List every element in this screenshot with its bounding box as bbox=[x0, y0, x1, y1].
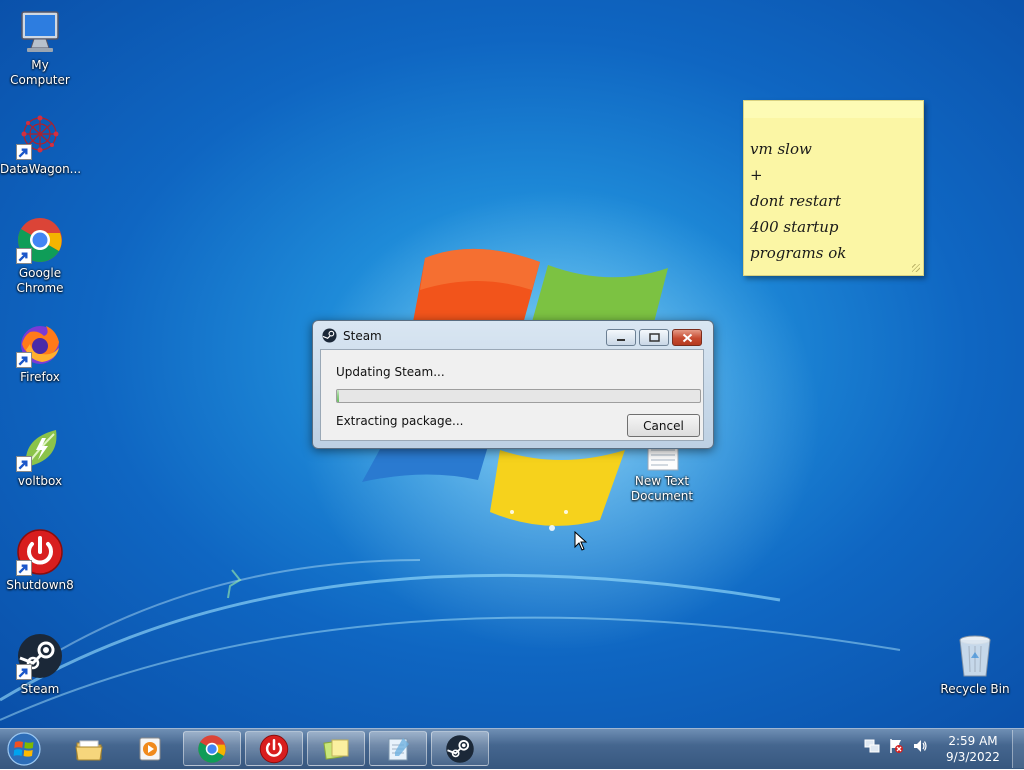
sticky-notes-icon bbox=[323, 739, 349, 760]
desktop-icon-label: New Text Document bbox=[630, 474, 694, 503]
steam-icon bbox=[322, 328, 337, 343]
desktop-icon-recycle-bin[interactable]: Recycle Bin bbox=[935, 632, 1015, 697]
sticky-note-line: 400 startup bbox=[750, 218, 839, 236]
desktop-icon-label: Shutdown8 bbox=[6, 578, 74, 592]
media-player-icon bbox=[139, 737, 161, 760]
desktop-icon-label: Google Chrome bbox=[16, 266, 64, 295]
desktop-icon-firefox[interactable]: Firefox bbox=[0, 320, 80, 385]
power-icon bbox=[16, 528, 64, 576]
shortcut-arrow-icon bbox=[16, 144, 32, 160]
taskbar-chrome[interactable] bbox=[183, 731, 241, 766]
system-tray bbox=[864, 738, 928, 754]
close-icon bbox=[682, 333, 692, 342]
close-button[interactable] bbox=[672, 329, 702, 346]
datawagon-icon bbox=[16, 112, 64, 160]
start-button[interactable] bbox=[4, 731, 44, 767]
desktop-icon-steam[interactable]: Steam bbox=[0, 632, 80, 697]
desktop-icon-label: Steam bbox=[20, 682, 60, 696]
show-desktop-button[interactable] bbox=[1012, 730, 1024, 768]
desktop-icon-datawagon[interactable]: DataWagon... bbox=[0, 112, 82, 177]
sticky-note-line: + bbox=[750, 166, 763, 184]
desktop-icon-google-chrome[interactable]: Google Chrome bbox=[0, 216, 80, 296]
sticky-note-line: programs ok bbox=[750, 244, 847, 262]
desktop-icon-label: Firefox bbox=[20, 370, 60, 384]
shortcut-arrow-icon bbox=[16, 664, 32, 680]
desktop-icon-voltbox[interactable]: voltbox bbox=[0, 424, 80, 489]
taskbar-shutdown8[interactable] bbox=[245, 731, 303, 766]
steam-icon bbox=[16, 632, 64, 680]
chrome-icon bbox=[198, 734, 226, 763]
sticky-note[interactable]: vm slow + dont restart 400 startup progr… bbox=[743, 100, 924, 276]
taskbar-media-player[interactable] bbox=[121, 731, 179, 766]
volume-icon[interactable] bbox=[912, 738, 928, 754]
clock-time: 2:59 AM bbox=[948, 734, 998, 748]
desktop-icon-shutdown8[interactable]: Shutdown8 bbox=[0, 528, 80, 593]
desktop[interactable]: My Computer DataWagon... Google Chrome F… bbox=[0, 0, 1024, 728]
power-icon bbox=[259, 734, 289, 763]
notepad-icon bbox=[388, 737, 409, 760]
sticky-note-line: dont restart bbox=[750, 192, 842, 210]
taskbar: 2:59 AM 9/3/2022 bbox=[0, 728, 1024, 769]
desktop-icon-label: Recycle Bin bbox=[940, 682, 1010, 696]
desktop-icon-my-computer[interactable]: My Computer bbox=[0, 8, 80, 88]
update-status-text: Updating Steam... bbox=[336, 365, 445, 379]
taskbar-sticky-notes[interactable] bbox=[307, 731, 365, 766]
clock-date: 9/3/2022 bbox=[946, 750, 1000, 764]
taskbar-steam[interactable] bbox=[431, 731, 489, 766]
update-progress-bar bbox=[336, 389, 701, 403]
taskbar-file-explorer[interactable] bbox=[60, 731, 118, 766]
update-sub-status-text: Extracting package... bbox=[336, 414, 464, 428]
resize-grip-icon[interactable] bbox=[912, 264, 920, 272]
desktop-icon-label: voltbox bbox=[17, 474, 63, 488]
chrome-icon bbox=[16, 216, 64, 264]
recycle-bin-icon bbox=[951, 632, 999, 680]
desktop-icon-label: DataWagon... bbox=[0, 162, 82, 176]
windows-logo-icon bbox=[7, 732, 41, 766]
shortcut-arrow-icon bbox=[16, 352, 32, 368]
computer-icon bbox=[16, 8, 64, 56]
dialog-content: Updating Steam... Extracting package... … bbox=[320, 349, 704, 441]
mouse-cursor-icon bbox=[574, 531, 588, 551]
shortcut-arrow-icon bbox=[16, 560, 32, 576]
shortcut-arrow-icon bbox=[16, 248, 32, 264]
dialog-titlebar[interactable]: Steam bbox=[313, 321, 711, 349]
firefox-icon bbox=[16, 320, 64, 368]
steam-icon bbox=[446, 734, 474, 763]
maximize-button[interactable] bbox=[639, 329, 669, 346]
action-center-flag-icon[interactable] bbox=[888, 738, 904, 754]
voltbox-icon bbox=[16, 424, 64, 472]
desktop-icon-label: My Computer bbox=[10, 58, 70, 87]
sticky-note-text[interactable]: vm slow + dont restart 400 startup progr… bbox=[750, 136, 846, 266]
sticky-note-line: vm slow bbox=[750, 140, 812, 158]
taskbar-clock[interactable]: 2:59 AM 9/3/2022 bbox=[938, 733, 1008, 765]
minimize-button[interactable] bbox=[606, 329, 636, 346]
steam-update-dialog: Steam Updating Steam... Extracting packa… bbox=[312, 320, 714, 449]
file-explorer-icon bbox=[75, 740, 103, 760]
network-icon[interactable] bbox=[864, 738, 880, 754]
maximize-icon bbox=[648, 333, 660, 342]
dialog-title: Steam bbox=[343, 329, 382, 343]
progress-fill bbox=[337, 390, 339, 402]
taskbar-notepad[interactable] bbox=[369, 731, 427, 766]
shortcut-arrow-icon bbox=[16, 456, 32, 472]
minimize-icon bbox=[617, 338, 625, 341]
cancel-button[interactable]: Cancel bbox=[627, 414, 700, 437]
